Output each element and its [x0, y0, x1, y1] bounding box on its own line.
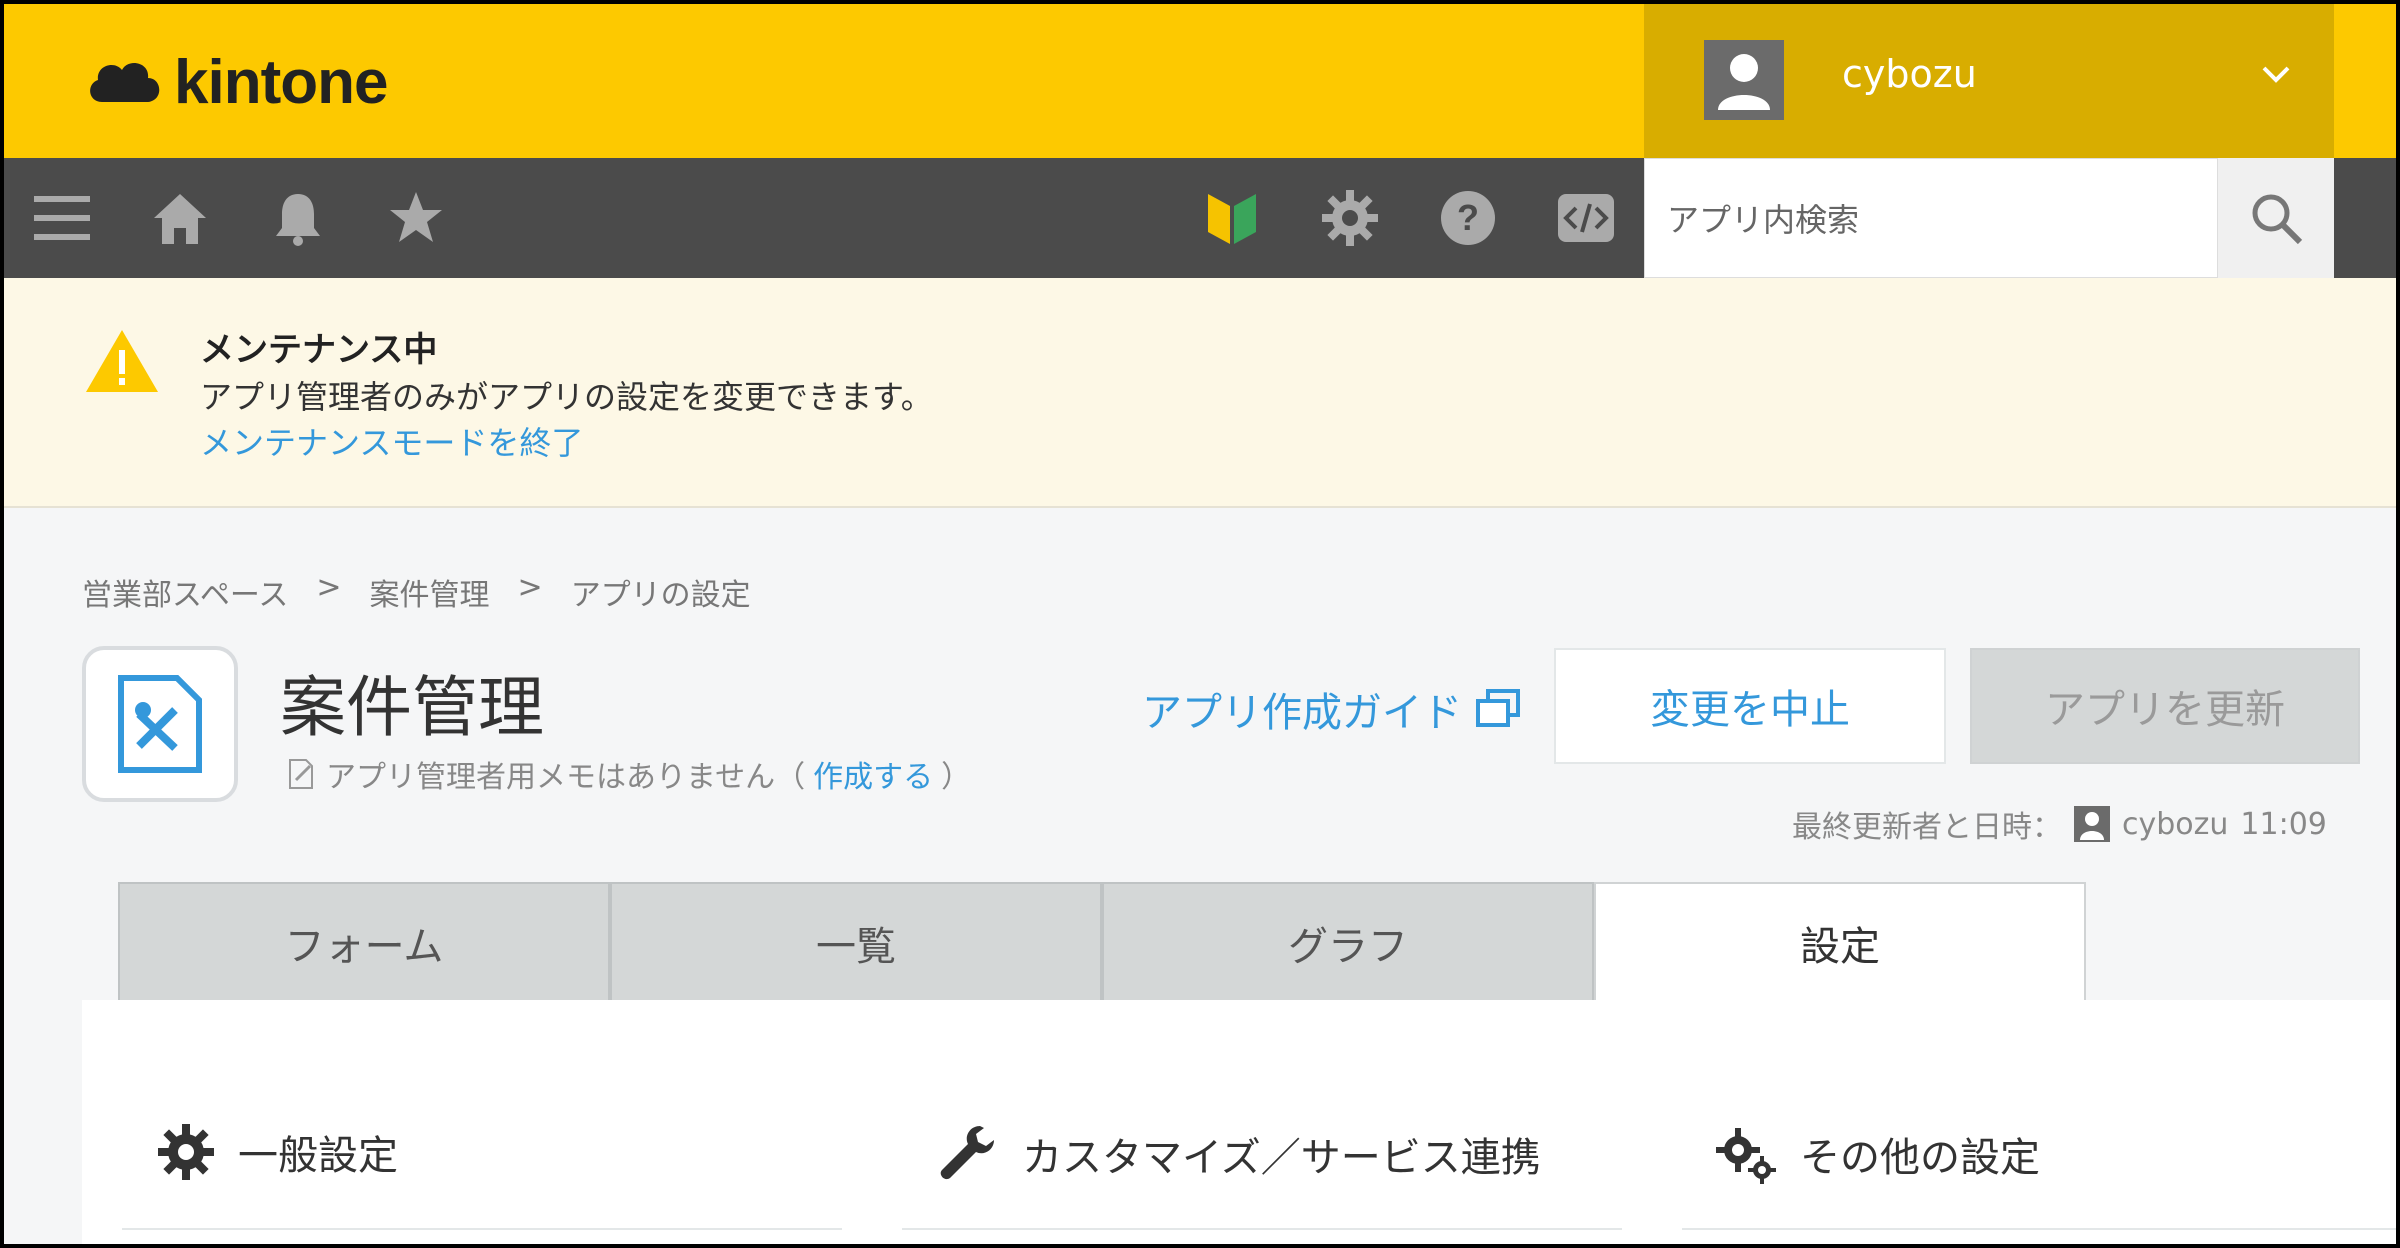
- help-icon[interactable]: ?: [1436, 186, 1500, 250]
- other-settings-heading: その他の設定: [1714, 1122, 2040, 1186]
- admin-memo: アプリ管理者用メモはありません（ 作成する）: [286, 752, 971, 796]
- user-name: cybozu: [1842, 52, 1977, 96]
- external-window-icon: [1476, 689, 1520, 727]
- svg-text:?: ?: [1457, 197, 1479, 238]
- code-icon[interactable]: [1554, 186, 1618, 250]
- customize-heading: カスタマイズ／サービス連携: [936, 1122, 1541, 1186]
- search-button[interactable]: [2218, 158, 2334, 278]
- last-updated: 最終更新者と日時： cybozu 11:09: [1792, 802, 2327, 846]
- global-header: kintone cybozu: [4, 4, 2396, 158]
- bell-icon[interactable]: [266, 186, 330, 250]
- notice-body: アプリ管理者のみがアプリの設定を変更できます。: [200, 378, 933, 416]
- wrench-icon: [940, 1126, 994, 1180]
- user-icon: [1718, 54, 1770, 110]
- cancel-changes-button[interactable]: 変更を中止: [1554, 648, 1946, 764]
- create-memo-link[interactable]: 作成する: [813, 752, 933, 796]
- tab-list[interactable]: 一覧: [610, 882, 1102, 1002]
- menu-icon[interactable]: [30, 186, 94, 250]
- app-document-icon: [118, 675, 202, 773]
- breadcrumb-separator: >: [316, 570, 342, 605]
- chevron-down-icon[interactable]: [2256, 54, 2296, 94]
- breadcrumb: 営業部スペース > 案件管理 > アプリの設定: [82, 570, 751, 614]
- gear-icon[interactable]: [1318, 186, 1382, 250]
- breadcrumb-current: アプリの設定: [570, 578, 751, 613]
- app-icon: [82, 646, 238, 802]
- warning-icon: [86, 330, 158, 392]
- last-updated-time: 11:09: [2240, 806, 2327, 842]
- gear-icon: [158, 1124, 214, 1180]
- app-window: kintone cybozu ? アプリ内検索 メンテナンス中 アプリ管理者のみ…: [0, 0, 2400, 1248]
- breadcrumb-space[interactable]: 営業部スペース: [82, 570, 288, 614]
- memo-close-paren: ）: [941, 760, 972, 795]
- section-label: その他の設定: [1800, 1135, 2040, 1181]
- memo-edit-icon: [289, 759, 313, 789]
- notice-title: メンテナンス中: [200, 330, 438, 370]
- tab-graph[interactable]: グラフ: [1102, 882, 1594, 1002]
- user-icon: [2074, 806, 2110, 842]
- guide-label: アプリ作成ガイド: [1142, 690, 1462, 736]
- star-icon[interactable]: [384, 186, 448, 250]
- divider: [1682, 1228, 2396, 1230]
- memo-text: アプリ管理者用メモはありません（: [326, 760, 806, 795]
- logo-text: kintone: [174, 47, 388, 117]
- app-creation-guide-link[interactable]: アプリ作成ガイド: [1142, 680, 1520, 738]
- divider: [902, 1228, 1622, 1230]
- section-label: 一般設定: [238, 1133, 398, 1179]
- search-icon: [2252, 194, 2303, 245]
- global-toolbar: ? アプリ内検索: [4, 158, 2396, 278]
- end-maintenance-link[interactable]: メンテナンスモードを終了: [200, 418, 583, 464]
- home-icon[interactable]: [148, 186, 212, 250]
- tab-form[interactable]: フォーム: [118, 882, 610, 1002]
- general-settings-heading: 一般設定: [156, 1122, 398, 1182]
- update-app-button[interactable]: アプリを更新: [1970, 648, 2360, 764]
- beginner-icon[interactable]: [1200, 186, 1264, 250]
- gears-icon: [1716, 1128, 1776, 1184]
- app-search-input[interactable]: アプリ内検索: [1644, 158, 2218, 278]
- settings-tabs: フォーム 一覧 グラフ 設定: [118, 882, 2086, 1002]
- section-label: カスタマイズ／サービス連携: [1022, 1135, 1541, 1181]
- user-menu[interactable]: cybozu: [1644, 4, 2334, 158]
- cloud-logo-icon: [90, 63, 160, 102]
- avatar: [1704, 40, 1784, 120]
- breadcrumb-app[interactable]: 案件管理: [370, 570, 490, 614]
- last-updated-user[interactable]: cybozu: [2122, 807, 2228, 842]
- last-updated-label: 最終更新者と日時：: [1792, 810, 2062, 845]
- breadcrumb-separator: >: [517, 570, 543, 605]
- app-title: 案件管理: [280, 669, 544, 746]
- divider: [122, 1228, 842, 1230]
- tab-settings[interactable]: 設定: [1594, 882, 2086, 1002]
- kintone-logo[interactable]: kintone: [84, 42, 388, 122]
